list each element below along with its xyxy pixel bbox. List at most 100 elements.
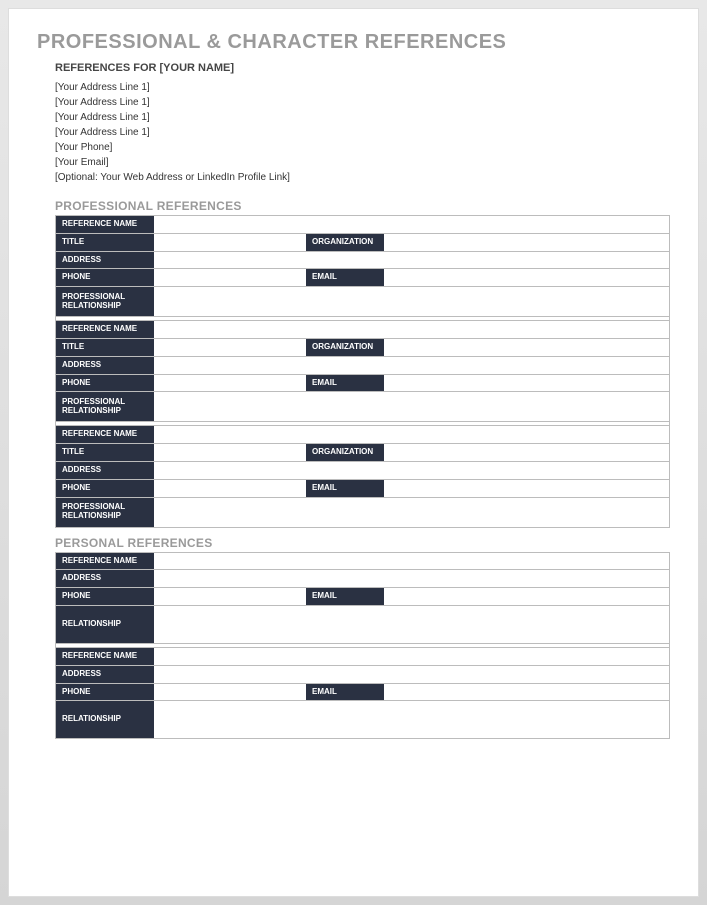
table-row: REFERENCE NAME (56, 553, 669, 571)
address-label: ADDRESS (56, 666, 154, 683)
phone-field[interactable] (154, 588, 306, 605)
table-row: REFERENCE NAME (56, 426, 669, 444)
professional-relationship-label: PROFESSIONAL RELATIONSHIP (56, 287, 154, 316)
relationship-field[interactable] (154, 701, 669, 738)
reference-name-field[interactable] (154, 553, 669, 570)
page-title: PROFESSIONAL & CHARACTER REFERENCES (37, 31, 670, 54)
table-row: PHONE EMAIL (56, 269, 669, 287)
phone-field[interactable] (154, 480, 306, 497)
address-line-2: [Your Address Line 1] (55, 95, 670, 110)
table-row: ADDRESS (56, 570, 669, 588)
email-field[interactable] (384, 480, 669, 497)
phone-field[interactable] (154, 684, 306, 701)
table-row: REFERENCE NAME (56, 321, 669, 339)
address-field[interactable] (154, 252, 669, 269)
organization-label: ORGANIZATION (306, 444, 384, 461)
address-field[interactable] (154, 462, 669, 479)
document-page: PROFESSIONAL & CHARACTER REFERENCES REFE… (8, 8, 699, 897)
email-label: EMAIL (306, 684, 384, 701)
email-label: EMAIL (306, 375, 384, 392)
professional-relationship-field[interactable] (154, 287, 669, 316)
table-row: PROFESSIONAL RELATIONSHIP (56, 498, 669, 528)
table-row: PHONE EMAIL (56, 375, 669, 393)
title-label: TITLE (56, 234, 154, 251)
personal-references-table: REFERENCE NAME ADDRESS PHONE EMAIL RELAT… (55, 552, 670, 740)
table-row: RELATIONSHIP (56, 701, 669, 739)
address-label: ADDRESS (56, 252, 154, 269)
organization-field[interactable] (384, 339, 669, 356)
address-field[interactable] (154, 570, 669, 587)
phone-line: [Your Phone] (55, 140, 670, 155)
phone-field[interactable] (154, 375, 306, 392)
reference-name-label: REFERENCE NAME (56, 553, 154, 570)
reference-name-label: REFERENCE NAME (56, 321, 154, 338)
email-field[interactable] (384, 375, 669, 392)
phone-label: PHONE (56, 269, 154, 286)
email-label: EMAIL (306, 480, 384, 497)
professional-relationship-label: PROFESSIONAL RELATIONSHIP (56, 498, 154, 527)
table-row: ADDRESS (56, 357, 669, 375)
email-field[interactable] (384, 588, 669, 605)
table-row: PHONE EMAIL (56, 684, 669, 702)
organization-label: ORGANIZATION (306, 339, 384, 356)
email-label: EMAIL (306, 588, 384, 605)
table-row: PHONE EMAIL (56, 588, 669, 606)
reference-name-field[interactable] (154, 648, 669, 665)
title-label: TITLE (56, 339, 154, 356)
table-row: ADDRESS (56, 666, 669, 684)
relationship-label: RELATIONSHIP (56, 701, 154, 738)
phone-label: PHONE (56, 684, 154, 701)
table-row: REFERENCE NAME (56, 648, 669, 666)
address-line-4: [Your Address Line 1] (55, 125, 670, 140)
email-label: EMAIL (306, 269, 384, 286)
professional-relationship-field[interactable] (154, 392, 669, 421)
email-field[interactable] (384, 269, 669, 286)
address-label: ADDRESS (56, 570, 154, 587)
phone-field[interactable] (154, 269, 306, 286)
address-field[interactable] (154, 357, 669, 374)
table-row: ADDRESS (56, 252, 669, 270)
reference-name-field[interactable] (154, 321, 669, 338)
references-for-line: REFERENCES FOR [YOUR NAME] (55, 62, 670, 74)
table-row: TITLE ORGANIZATION (56, 444, 669, 462)
relationship-label: RELATIONSHIP (56, 606, 154, 643)
phone-label: PHONE (56, 588, 154, 605)
phone-label: PHONE (56, 375, 154, 392)
table-row: PROFESSIONAL RELATIONSHIP (56, 392, 669, 422)
reference-name-label: REFERENCE NAME (56, 216, 154, 233)
table-row: PHONE EMAIL (56, 480, 669, 498)
organization-label: ORGANIZATION (306, 234, 384, 251)
reference-name-label: REFERENCE NAME (56, 648, 154, 665)
title-field[interactable] (154, 234, 306, 251)
title-field[interactable] (154, 444, 306, 461)
organization-field[interactable] (384, 444, 669, 461)
professional-relationship-field[interactable] (154, 498, 669, 527)
title-field[interactable] (154, 339, 306, 356)
table-row: RELATIONSHIP (56, 606, 669, 644)
contact-info-block: [Your Address Line 1] [Your Address Line… (55, 80, 670, 185)
title-label: TITLE (56, 444, 154, 461)
phone-label: PHONE (56, 480, 154, 497)
professional-relationship-label: PROFESSIONAL RELATIONSHIP (56, 392, 154, 421)
address-label: ADDRESS (56, 357, 154, 374)
reference-name-label: REFERENCE NAME (56, 426, 154, 443)
table-row: PROFESSIONAL RELATIONSHIP (56, 287, 669, 317)
table-row: ADDRESS (56, 462, 669, 480)
professional-references-table: REFERENCE NAME TITLE ORGANIZATION ADDRES… (55, 215, 670, 528)
relationship-field[interactable] (154, 606, 669, 643)
table-row: TITLE ORGANIZATION (56, 339, 669, 357)
reference-name-field[interactable] (154, 216, 669, 233)
organization-field[interactable] (384, 234, 669, 251)
email-line: [Your Email] (55, 155, 670, 170)
address-line-3: [Your Address Line 1] (55, 110, 670, 125)
address-field[interactable] (154, 666, 669, 683)
email-field[interactable] (384, 684, 669, 701)
reference-name-field[interactable] (154, 426, 669, 443)
address-line-1: [Your Address Line 1] (55, 80, 670, 95)
address-label: ADDRESS (56, 462, 154, 479)
personal-references-heading: PERSONAL REFERENCES (55, 536, 670, 550)
table-row: REFERENCE NAME (56, 216, 669, 234)
professional-references-heading: PROFESSIONAL REFERENCES (55, 199, 670, 213)
table-row: TITLE ORGANIZATION (56, 234, 669, 252)
web-line: [Optional: Your Web Address or LinkedIn … (55, 170, 670, 185)
